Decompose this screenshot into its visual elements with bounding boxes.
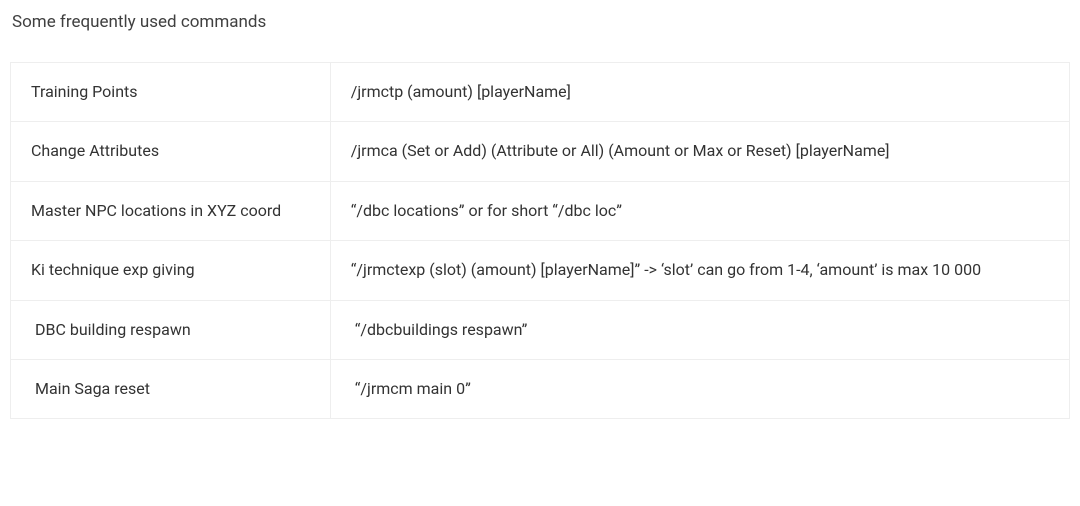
command-value: “/dbcbuildings respawn” (330, 300, 1069, 359)
command-label: Ki technique exp giving (11, 241, 331, 300)
command-label: DBC building respawn (11, 300, 331, 359)
commands-table: Training Points /jrmctp (amount) [player… (10, 62, 1070, 419)
table-row: DBC building respawn “/dbcbuildings resp… (11, 300, 1070, 359)
table-row: Main Saga reset “/jrmcm main 0” (11, 359, 1070, 418)
command-value: /jrmctp (amount) [playerName] (330, 63, 1069, 122)
command-value: “/jrmcm main 0” (330, 359, 1069, 418)
table-row: Ki technique exp giving “/jrmctexp (slot… (11, 241, 1070, 300)
command-value: “/dbc locations” or for short “/dbc loc” (330, 181, 1069, 240)
command-value: “/jrmctexp (slot) (amount) [playerName]”… (330, 241, 1069, 300)
command-label: Master NPC locations in XYZ coord (11, 181, 331, 240)
table-row: Change Attributes /jrmca (Set or Add) (A… (11, 122, 1070, 181)
section-heading: Some frequently used commands (12, 12, 1070, 32)
command-label: Training Points (11, 63, 331, 122)
command-label: Change Attributes (11, 122, 331, 181)
table-row: Training Points /jrmctp (amount) [player… (11, 63, 1070, 122)
command-value: /jrmca (Set or Add) (Attribute or All) (… (330, 122, 1069, 181)
table-row: Master NPC locations in XYZ coord “/dbc … (11, 181, 1070, 240)
command-label: Main Saga reset (11, 359, 331, 418)
